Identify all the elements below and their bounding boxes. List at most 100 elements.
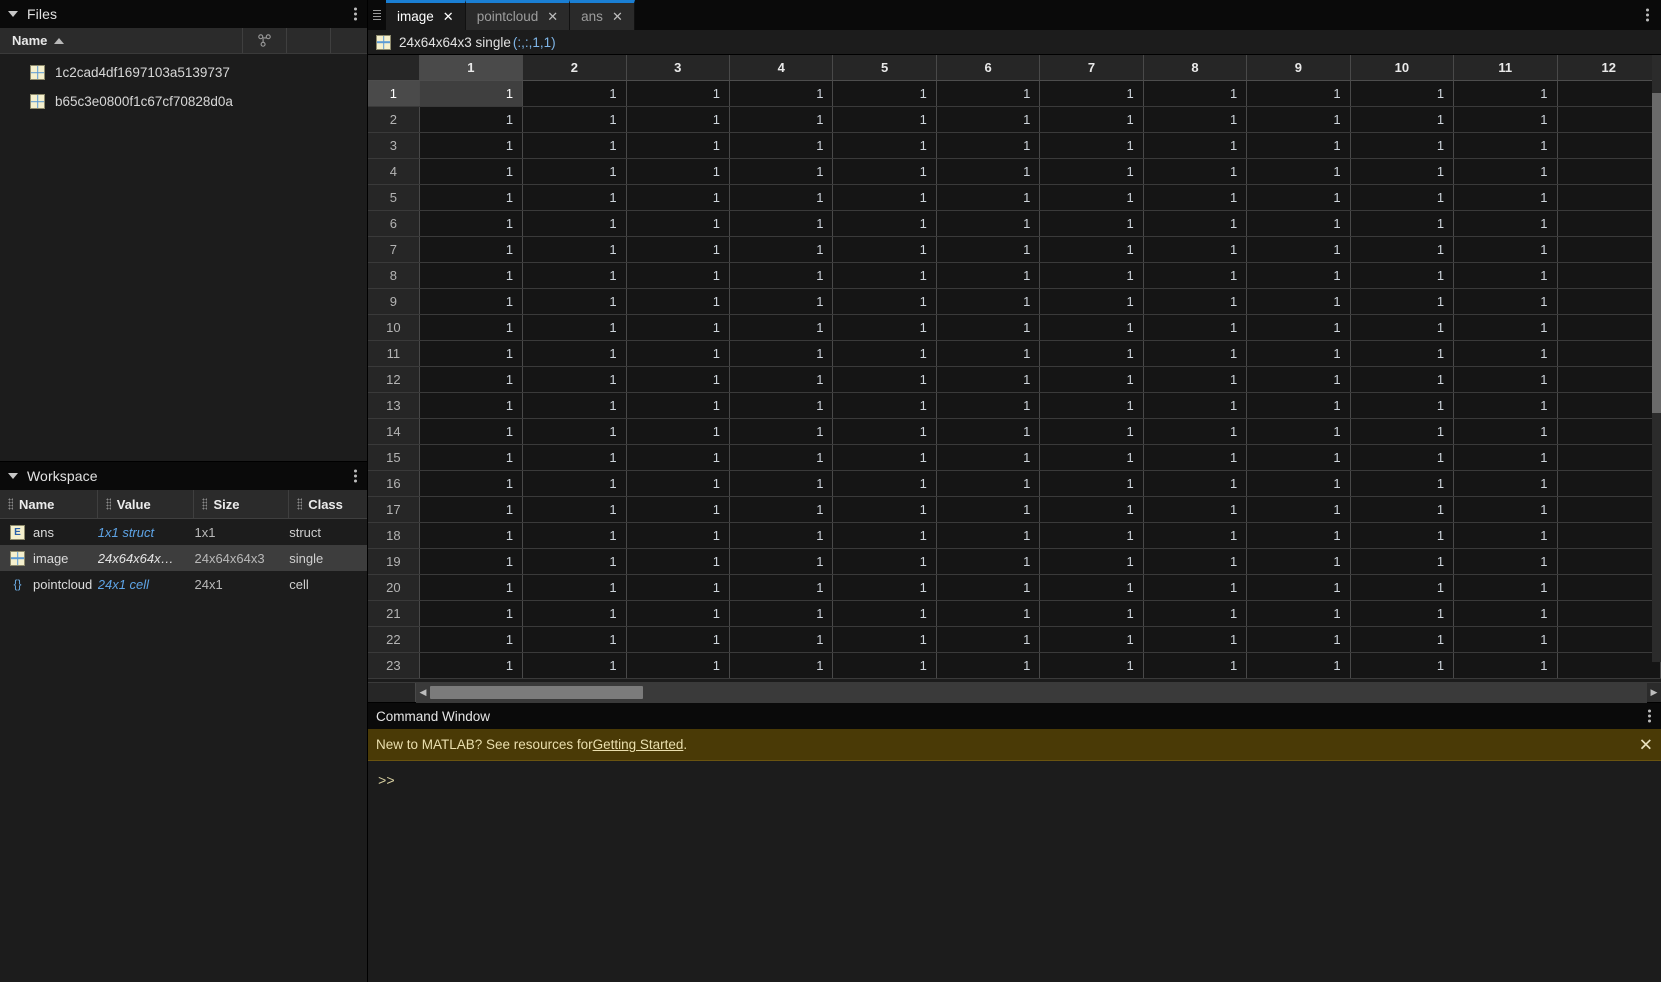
table-cell-r23-c8[interactable]: 1 [1143, 652, 1248, 679]
table-cell-r6-c3[interactable]: 1 [626, 210, 731, 237]
table-cell-r10-c10[interactable]: 1 [1350, 314, 1455, 341]
table-row[interactable]: 22 1 1 1 1 1 1 1 1 1 1 1 [368, 626, 1661, 653]
table-cell-r14-c12[interactable] [1557, 418, 1661, 445]
row-header-14[interactable]: 14 [368, 418, 420, 445]
table-cell-r22-c11[interactable]: 1 [1453, 626, 1558, 653]
tab-pointcloud[interactable]: pointcloud ✕ [465, 0, 571, 30]
files-column-name[interactable]: Name [0, 28, 243, 53]
table-cell-r7-c1[interactable]: 1 [419, 236, 524, 263]
table-cell-r16-c9[interactable]: 1 [1246, 470, 1351, 497]
table-row[interactable]: 111111111111 [368, 80, 1661, 107]
workspace-cell-value[interactable]: 1x1 struct [98, 525, 195, 540]
table-cell-r14-c9[interactable]: 1 [1246, 418, 1351, 445]
table-cell-r1-c1[interactable]: 1 [419, 80, 524, 107]
table-cell-r15-c9[interactable]: 1 [1246, 444, 1351, 471]
row-header-20[interactable]: 20 [368, 574, 420, 601]
table-cell-r12-c3[interactable]: 1 [626, 366, 731, 393]
table-cell-r4-c10[interactable]: 1 [1350, 158, 1455, 185]
table-cell-r18-c10[interactable]: 1 [1350, 522, 1455, 549]
table-cell-r12-c7[interactable]: 1 [1039, 366, 1144, 393]
table-cell-r20-c8[interactable]: 1 [1143, 574, 1248, 601]
table-cell-r2-c6[interactable]: 1 [936, 106, 1041, 133]
table-cell-r23-c7[interactable]: 1 [1039, 652, 1144, 679]
table-cell-r11-c9[interactable]: 1 [1246, 340, 1351, 367]
grid-horizontal-scrollbar[interactable]: ◀ ▶ [368, 682, 1661, 703]
table-cell-r8-c6[interactable]: 1 [936, 262, 1041, 289]
workspace-column-size[interactable]: Size [194, 490, 290, 518]
table-cell-r9-c11[interactable]: 1 [1453, 288, 1558, 315]
table-cell-r1-c2[interactable]: 1 [522, 80, 627, 107]
table-cell-r21-c2[interactable]: 1 [522, 600, 627, 627]
table-cell-r3-c6[interactable]: 1 [936, 132, 1041, 159]
row-header-9[interactable]: 9 [368, 288, 420, 315]
table-cell-r4-c8[interactable]: 1 [1143, 158, 1248, 185]
table-cell-r5-c1[interactable]: 1 [419, 184, 524, 211]
table-cell-r3-c11[interactable]: 1 [1453, 132, 1558, 159]
table-cell-r1-c3[interactable]: 1 [626, 80, 731, 107]
table-cell-r16-c1[interactable]: 1 [419, 470, 524, 497]
table-cell-r9-c9[interactable]: 1 [1246, 288, 1351, 315]
table-cell-r22-c9[interactable]: 1 [1246, 626, 1351, 653]
table-cell-r6-c4[interactable]: 1 [729, 210, 834, 237]
table-cell-r7-c2[interactable]: 1 [522, 236, 627, 263]
files-column-git[interactable] [243, 28, 287, 53]
table-cell-r7-c6[interactable]: 1 [936, 236, 1041, 263]
table-cell-r19-c12[interactable] [1557, 548, 1661, 575]
table-cell-r21-c7[interactable]: 1 [1039, 600, 1144, 627]
table-cell-r6-c2[interactable]: 1 [522, 210, 627, 237]
table-cell-r16-c7[interactable]: 1 [1039, 470, 1144, 497]
table-cell-r16-c3[interactable]: 1 [626, 470, 731, 497]
table-cell-r8-c3[interactable]: 1 [626, 262, 731, 289]
row-header-1[interactable]: 1 [368, 80, 420, 107]
table-cell-r9-c6[interactable]: 1 [936, 288, 1041, 315]
column-header-6[interactable]: 6 [936, 55, 1041, 81]
table-cell-r7-c7[interactable]: 1 [1039, 236, 1144, 263]
table-cell-r10-c2[interactable]: 1 [522, 314, 627, 341]
table-row[interactable]: 13 1 1 1 1 1 1 1 1 1 1 1 [368, 392, 1661, 419]
table-cell-r3-c9[interactable]: 1 [1246, 132, 1351, 159]
row-header-13[interactable]: 13 [368, 392, 420, 419]
table-cell-r6-c1[interactable]: 1 [419, 210, 524, 237]
table-cell-r20-c12[interactable] [1557, 574, 1661, 601]
table-cell-r13-c7[interactable]: 1 [1039, 392, 1144, 419]
table-cell-r16-c5[interactable]: 1 [832, 470, 937, 497]
workspace-cell-value[interactable]: 24x64x64x… [98, 551, 195, 566]
row-header-5[interactable]: 5 [368, 184, 420, 211]
table-cell-r13-c12[interactable] [1557, 392, 1661, 419]
table-cell-r4-c7[interactable]: 1 [1039, 158, 1144, 185]
table-cell-r5-c8[interactable]: 1 [1143, 184, 1248, 211]
table-cell-r6-c7[interactable]: 1 [1039, 210, 1144, 237]
table-cell-r23-c2[interactable]: 1 [522, 652, 627, 679]
workspace-row-image[interactable]: image 24x64x64x… 24x64x64x3 single [0, 545, 367, 571]
table-cell-r16-c10[interactable]: 1 [1350, 470, 1455, 497]
table-cell-r9-c7[interactable]: 1 [1039, 288, 1144, 315]
table-cell-r12-c2[interactable]: 1 [522, 366, 627, 393]
table-cell-r8-c8[interactable]: 1 [1143, 262, 1248, 289]
table-cell-r19-c9[interactable]: 1 [1246, 548, 1351, 575]
table-cell-r3-c2[interactable]: 1 [522, 132, 627, 159]
table-cell-r5-c12[interactable] [1557, 184, 1661, 211]
table-cell-r15-c7[interactable]: 1 [1039, 444, 1144, 471]
column-header-5[interactable]: 5 [832, 55, 937, 81]
row-header-22[interactable]: 22 [368, 626, 420, 653]
table-cell-r10-c3[interactable]: 1 [626, 314, 731, 341]
table-cell-r4-c3[interactable]: 1 [626, 158, 731, 185]
command-window-options-button[interactable] [1648, 709, 1651, 723]
table-cell-r23-c1[interactable]: 1 [419, 652, 524, 679]
table-cell-r3-c7[interactable]: 1 [1039, 132, 1144, 159]
table-cell-r20-c11[interactable]: 1 [1453, 574, 1558, 601]
table-cell-r14-c4[interactable]: 1 [729, 418, 834, 445]
table-cell-r10-c6[interactable]: 1 [936, 314, 1041, 341]
table-cell-r12-c11[interactable]: 1 [1453, 366, 1558, 393]
table-cell-r4-c6[interactable]: 1 [936, 158, 1041, 185]
table-cell-r14-c10[interactable]: 1 [1350, 418, 1455, 445]
workspace-cell-value[interactable]: 24x1 cell [98, 577, 195, 592]
table-row[interactable]: 15 1 1 1 1 1 1 1 1 1 1 1 [368, 444, 1661, 471]
grid-vertical-scrollbar[interactable] [1652, 55, 1661, 662]
close-icon[interactable]: ✕ [612, 10, 623, 23]
table-cell-r3-c12[interactable] [1557, 132, 1661, 159]
table-cell-r13-c2[interactable]: 1 [522, 392, 627, 419]
table-cell-r7-c9[interactable]: 1 [1246, 236, 1351, 263]
workspace-column-class[interactable]: Class [289, 490, 367, 518]
table-cell-r20-c3[interactable]: 1 [626, 574, 731, 601]
